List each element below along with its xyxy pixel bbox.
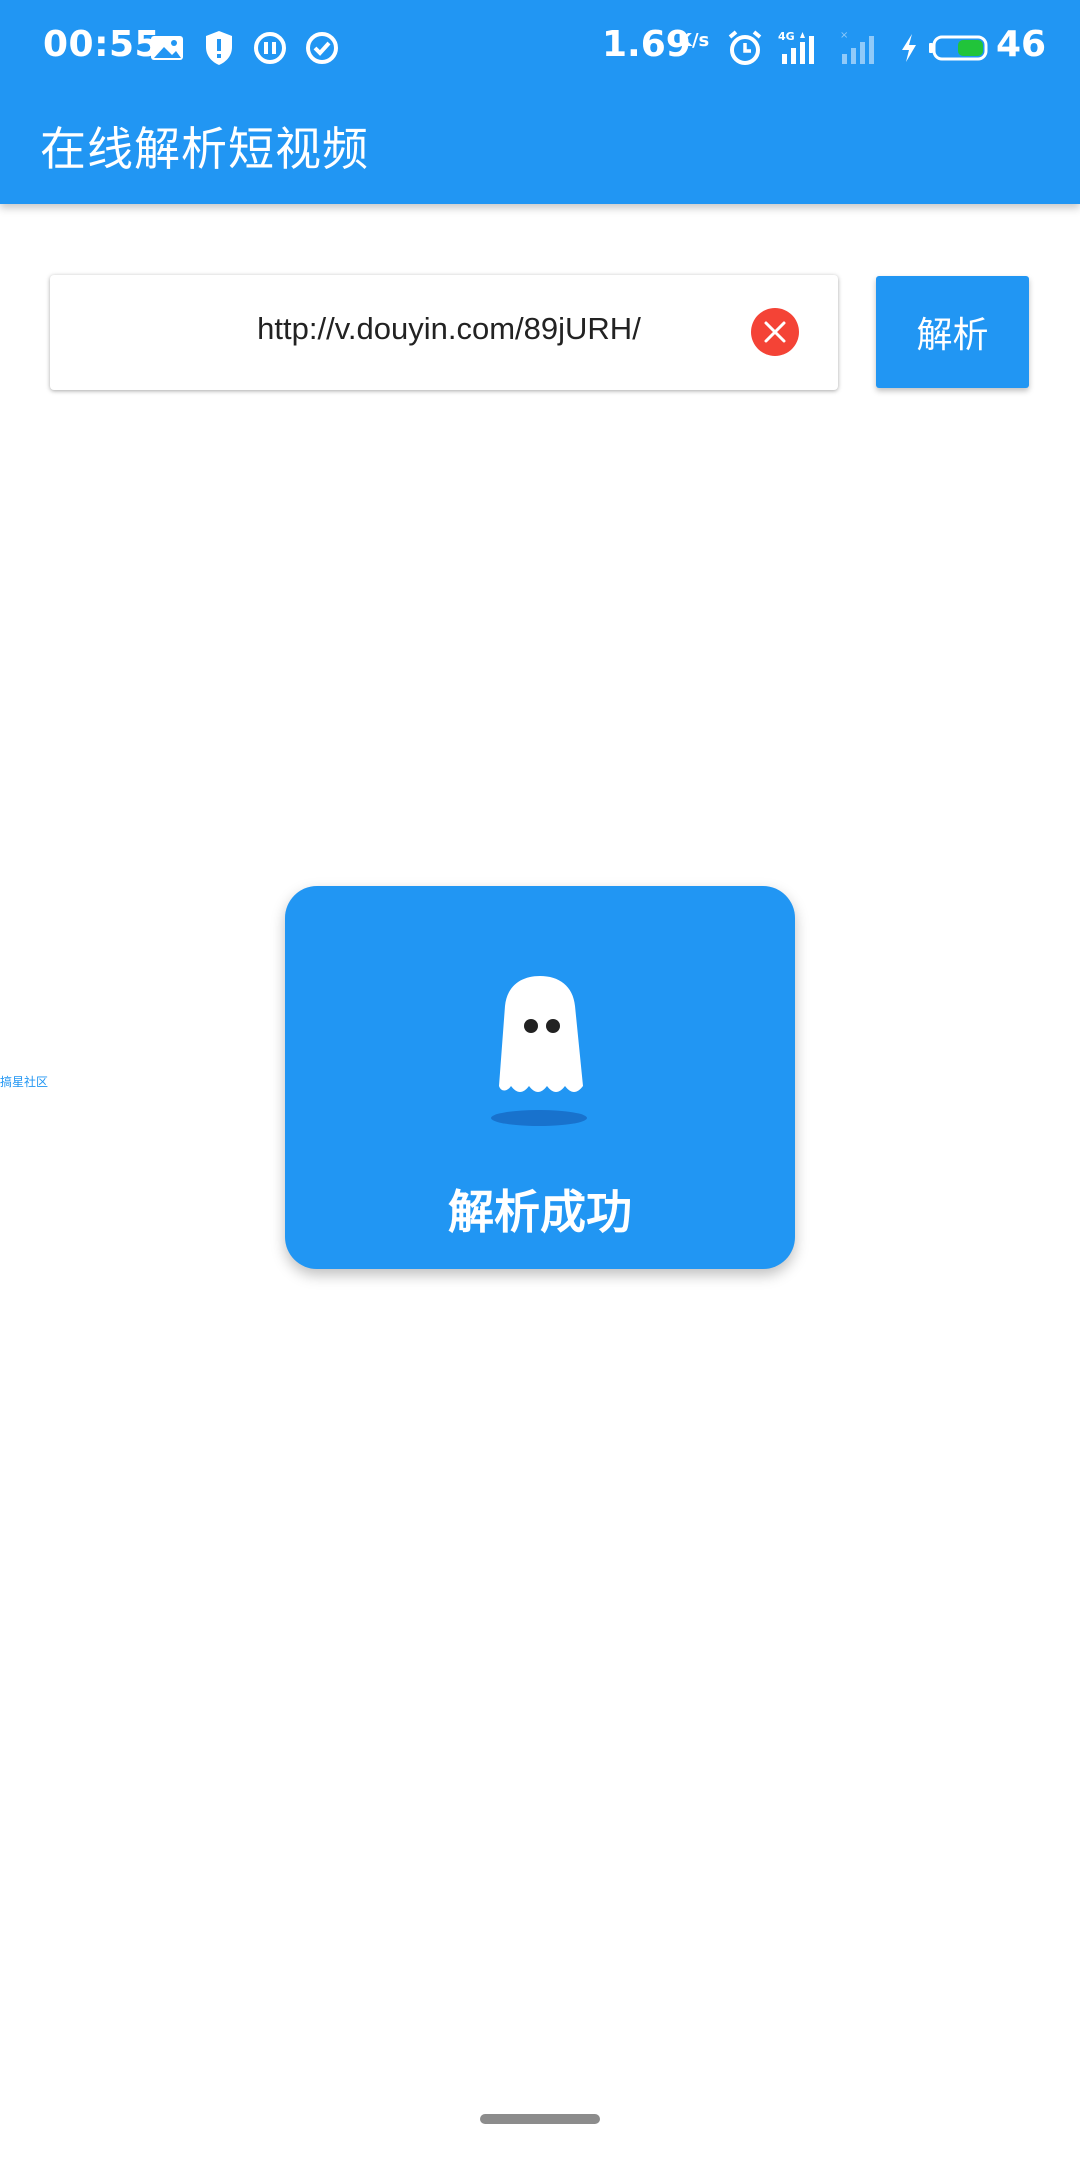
signal-weak-icon: × (840, 30, 874, 64)
ghost-icon (491, 976, 587, 1126)
shield-alert-icon (206, 31, 232, 65)
pause-circle-icon (254, 32, 286, 64)
app-bar: 00:55 1.69 K/s 4G × 46 在线解析短视频 (0, 0, 1080, 204)
charging-icon (902, 34, 916, 62)
page-title: 在线解析短视频 (40, 122, 369, 176)
parse-button[interactable]: 解析 (876, 276, 1029, 388)
success-toast: 解析成功 (285, 886, 795, 1269)
battery-icon (929, 35, 988, 61)
status-time: 00:55 (43, 24, 161, 65)
alarm-icon (728, 30, 762, 65)
status-bar: 00:55 1.69 K/s 4G × 46 (0, 0, 1080, 96)
home-gesture-handle[interactable] (480, 2114, 600, 2124)
close-icon (764, 321, 786, 343)
url-input-field[interactable]: http://v.douyin.com/89jURH/ (50, 275, 838, 390)
battery-percent: 46 (996, 24, 1047, 65)
svg-text:×: × (840, 30, 848, 41)
toast-message: 解析成功 (448, 1185, 632, 1239)
svg-text:4G: 4G (778, 30, 795, 43)
clear-input-button[interactable] (751, 308, 799, 356)
network-speed-unit: K/s (678, 30, 710, 51)
watermark-text: 搞星社区 (0, 1075, 49, 1089)
signal-4g-icon: 4G (778, 30, 814, 64)
url-input-value[interactable]: http://v.douyin.com/89jURH/ (50, 311, 838, 347)
check-circle-icon (306, 32, 338, 64)
gallery-icon (151, 36, 183, 60)
